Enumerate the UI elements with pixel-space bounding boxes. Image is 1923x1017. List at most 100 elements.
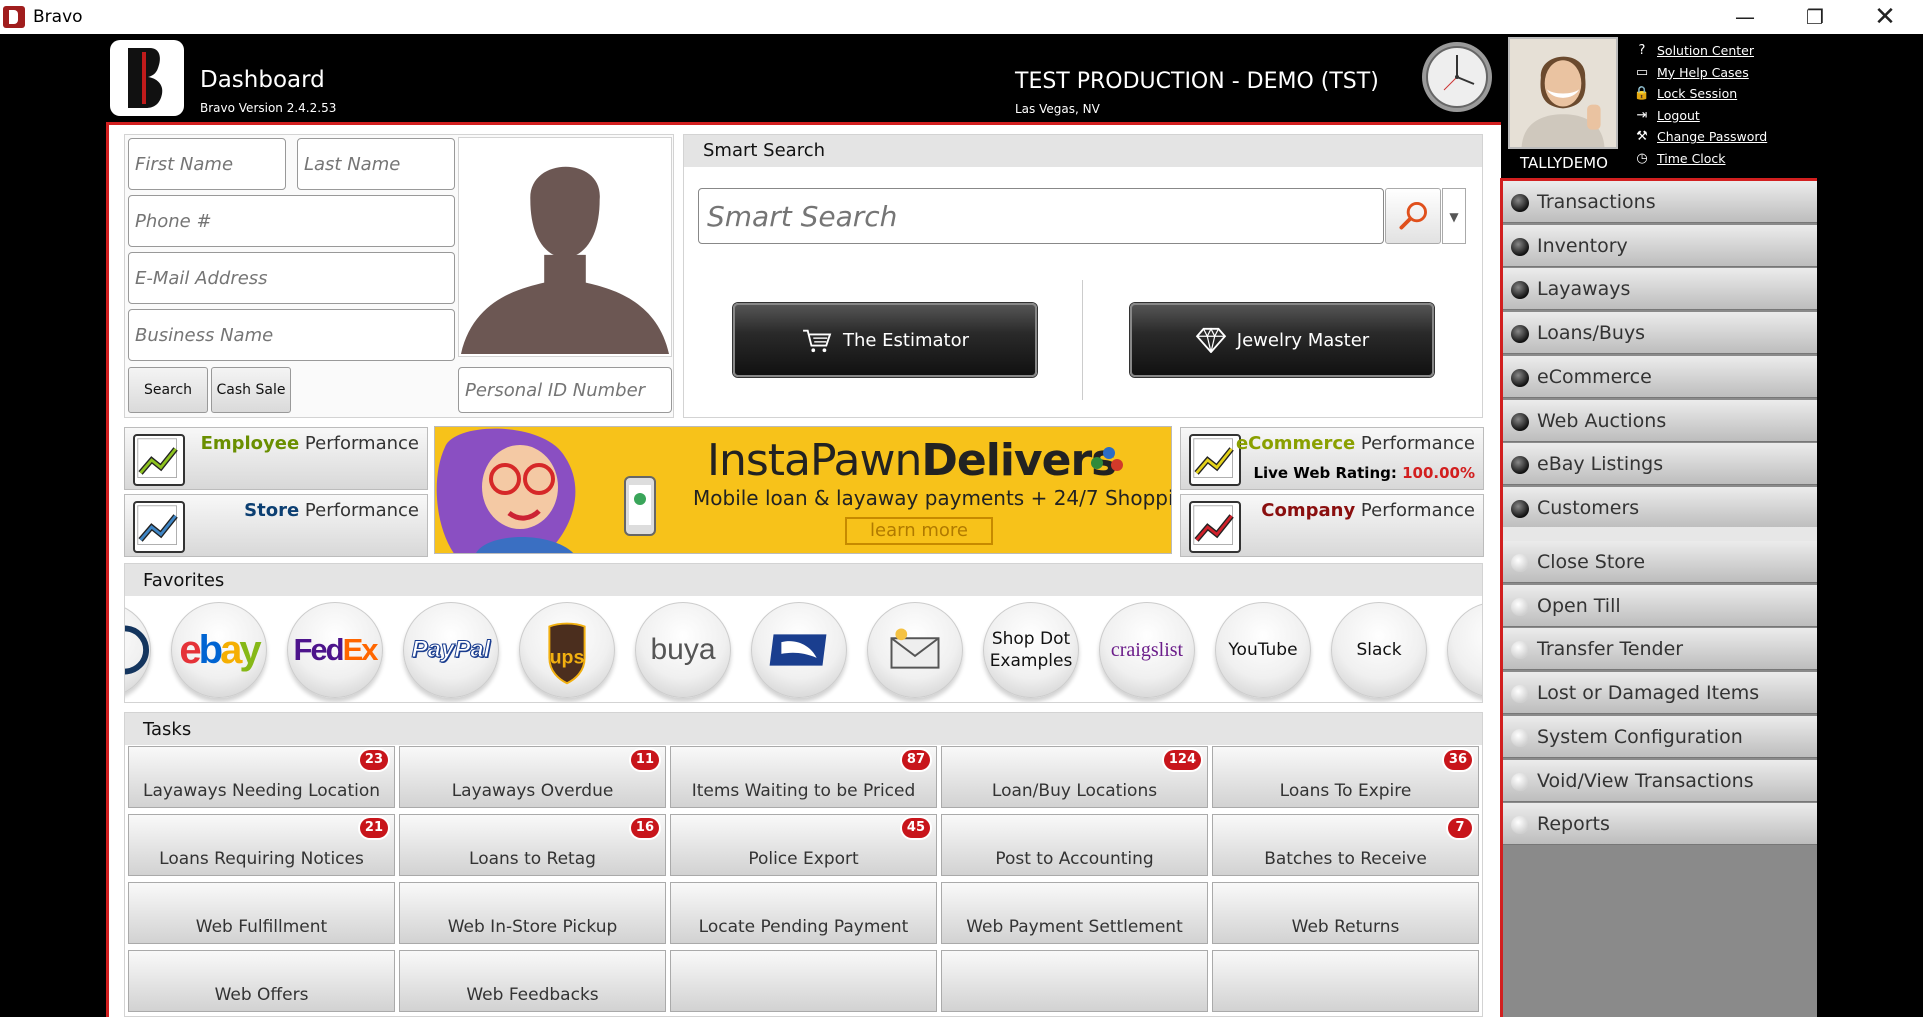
task-web-fulfillment[interactable]: Web Fulfillment	[128, 882, 395, 944]
task-loans-requiring-notices[interactable]: Loans Requiring Notices 21	[128, 814, 395, 876]
task-web-feedbacks[interactable]: Web Feedbacks	[399, 950, 666, 1012]
favorite-fedex[interactable]: FedEx	[287, 602, 383, 698]
bullet-icon	[1511, 772, 1529, 791]
nav-item-label: Open Till	[1537, 594, 1621, 617]
restore-icon[interactable]: ❐	[1780, 0, 1850, 34]
task-empty[interactable]	[670, 950, 937, 1012]
chevron-down-icon[interactable]: ▼	[1442, 188, 1466, 244]
favorite-ups[interactable]: ups	[519, 602, 615, 698]
favorite-partial[interactable]	[1447, 602, 1482, 698]
banner-brand-a: InstaPawn	[707, 435, 922, 486]
lock-session-link[interactable]: 🔒 Lock Session	[1633, 83, 1767, 105]
logout-icon: ⇥	[1636, 107, 1648, 123]
task-layaways-overdue[interactable]: Layaways Overdue 11	[399, 746, 666, 808]
favorite-ebay[interactable]: ebay	[171, 602, 267, 698]
email-field[interactable]	[128, 252, 455, 304]
nav-item-label: Transfer Tender	[1537, 638, 1684, 661]
learn-more-button[interactable]: learn more	[845, 517, 993, 545]
task-locate-pending-payment[interactable]: Locate Pending Payment	[670, 882, 937, 944]
smart-search-input[interactable]	[698, 188, 1384, 244]
nav-item-void-view-transactions[interactable]: Void/View Transactions	[1503, 759, 1817, 802]
cash-sale-button[interactable]: Cash Sale	[211, 367, 291, 413]
tile-highlight: eCommerce	[1235, 433, 1356, 454]
favorite-craigslist[interactable]: craigslist	[1099, 602, 1195, 698]
instapawn-banner[interactable]: InstaPawnDelivers Mobile loan & layaway …	[434, 426, 1172, 554]
nav-item-ebay-listings[interactable]: eBay Listings	[1503, 443, 1817, 486]
lock-icon: 🔒	[1633, 86, 1651, 102]
task-count-badge: 45	[901, 818, 930, 838]
personal-id-field[interactable]	[458, 367, 672, 413]
favorite-youtube[interactable]: YouTube	[1215, 602, 1311, 698]
nav-item-system-configuration[interactable]: System Configuration	[1503, 715, 1817, 758]
nav-item-customers[interactable]: Customers	[1503, 486, 1817, 529]
favorite-seal[interactable]	[125, 602, 151, 698]
task-loans-to-expire[interactable]: Loans To Expire 36	[1212, 746, 1479, 808]
store-performance-tile[interactable]: Store Performance	[124, 494, 428, 557]
business-name-field[interactable]	[128, 309, 455, 361]
window-title: Bravo	[33, 7, 83, 27]
smart-search-button[interactable]	[1385, 188, 1441, 244]
task-web-payment-settlement[interactable]: Web Payment Settlement	[941, 882, 1208, 944]
first-name-field[interactable]	[128, 138, 286, 190]
favorite-usps[interactable]	[751, 602, 847, 698]
task-count-badge: 23	[359, 750, 388, 770]
task-label: Layaways Needing Location	[142, 781, 381, 801]
task-label: Police Export	[748, 849, 859, 869]
favorite-buya[interactable]: buya	[635, 602, 731, 698]
phone-field[interactable]	[128, 195, 455, 247]
nav-item-ecommerce[interactable]: eCommerce	[1503, 355, 1817, 398]
last-name-field[interactable]	[297, 138, 455, 190]
nav-item-close-store[interactable]: Close Store	[1503, 541, 1817, 583]
solution-center-link[interactable]: ? Solution Center	[1633, 40, 1767, 62]
task-label: Loans To Expire	[1279, 781, 1412, 801]
minimize-icon[interactable]: —	[1710, 0, 1780, 34]
my-help-cases-link[interactable]: ▭ My Help Cases	[1633, 62, 1767, 84]
store-location: Las Vegas, NV	[1015, 102, 1100, 116]
favorite-label: Slack	[1356, 640, 1402, 660]
nav-item-label: eBay Listings	[1537, 453, 1664, 476]
nav-item-inventory[interactable]: Inventory	[1503, 224, 1817, 267]
favorite-slack[interactable]: Slack	[1331, 602, 1427, 698]
nav-item-layaways[interactable]: Layaways	[1503, 268, 1817, 311]
bullet-icon	[1511, 597, 1529, 616]
task-police-export[interactable]: Police Export 45	[670, 814, 937, 876]
task-empty[interactable]	[941, 950, 1208, 1012]
task-post-to-accounting[interactable]: Post to Accounting	[941, 814, 1208, 876]
nav-item-open-till[interactable]: Open Till	[1503, 584, 1817, 627]
task-empty[interactable]	[1212, 950, 1479, 1012]
paypal-logo: PayPal	[411, 636, 491, 664]
task-loans-to-retag[interactable]: Loans to Retag 16	[399, 814, 666, 876]
ecommerce-performance-tile[interactable]: eCommerce Performance Live Web Rating: 1…	[1180, 427, 1484, 490]
favorite-paypal[interactable]: PayPal	[403, 602, 499, 698]
task-web-offers[interactable]: Web Offers	[128, 950, 395, 1012]
task-web-in-store-pickup[interactable]: Web In-Store Pickup	[399, 882, 666, 944]
nav-item-web-auctions[interactable]: Web Auctions	[1503, 399, 1817, 442]
search-button[interactable]: Search	[128, 367, 208, 413]
company-performance-tile[interactable]: Company Performance	[1180, 494, 1484, 557]
favorite-shop-dot-examples[interactable]: Shop Dot Examples	[983, 602, 1079, 698]
task-items-waiting-to-be-priced[interactable]: Items Waiting to be Priced 87	[670, 746, 937, 808]
nav-item-reports[interactable]: Reports	[1503, 803, 1817, 846]
task-layaways-needing-location[interactable]: Layaways Needing Location 23	[128, 746, 395, 808]
nav-item-lost-or-damaged-items[interactable]: Lost or Damaged Items	[1503, 672, 1817, 715]
banner-subtitle: Mobile loan & layaway payments + 24/7 Sh…	[693, 486, 1172, 510]
employee-performance-tile[interactable]: Employee Performance	[124, 427, 428, 490]
tasks-panel: Tasks Layaways Needing Location 23 Layaway…	[124, 712, 1483, 1017]
nav-item-transfer-tender[interactable]: Transfer Tender	[1503, 628, 1817, 671]
banner-title: InstaPawnDelivers	[707, 435, 1117, 486]
logout-link[interactable]: ⇥ Logout	[1633, 105, 1767, 127]
time-clock-link[interactable]: ◷ Time Clock	[1633, 148, 1767, 170]
change-password-link[interactable]: ⚒ Change Password	[1633, 126, 1767, 148]
close-icon[interactable]: ✕	[1850, 0, 1920, 34]
favorite-mail[interactable]	[867, 602, 963, 698]
customer-photo[interactable]	[458, 137, 672, 357]
task-batches-to-receive[interactable]: Batches to Receive 7	[1212, 814, 1479, 876]
nav-item-transactions[interactable]: Transactions	[1503, 181, 1817, 223]
nav-item-loans-buys[interactable]: Loans/Buys	[1503, 312, 1817, 355]
estimator-button[interactable]: The Estimator	[733, 303, 1037, 377]
jewelry-master-button[interactable]: Jewelry Master	[1130, 303, 1434, 377]
task-loan-buy-locations[interactable]: Loan/Buy Locations 124	[941, 746, 1208, 808]
avatar[interactable]	[1508, 37, 1618, 149]
task-web-returns[interactable]: Web Returns	[1212, 882, 1479, 944]
nav-item-label: Layaways	[1537, 278, 1631, 301]
